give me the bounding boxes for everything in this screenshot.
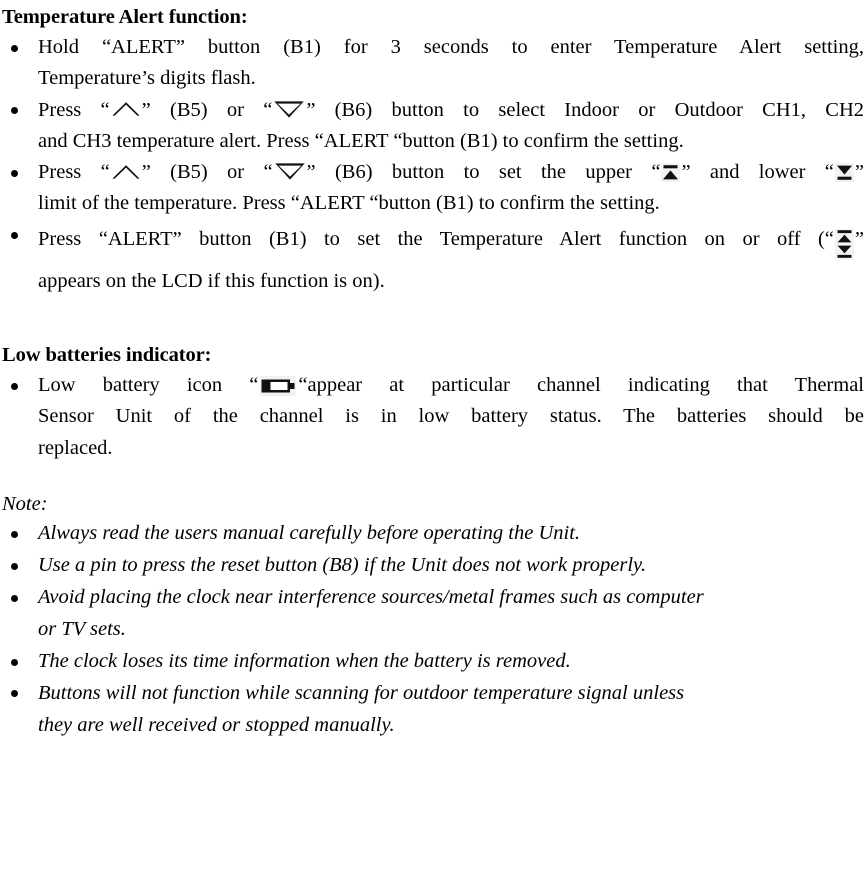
text-line: Avoid placing the clock near interferenc…	[38, 585, 704, 608]
text-line: replaced.	[38, 436, 113, 459]
text-line: Low battery icon “ “appear at particular …	[38, 370, 864, 401]
triangle-down-outline-icon	[273, 100, 305, 119]
lower-limit-icon	[834, 162, 854, 182]
text-line: Buttons will not function while scanning…	[38, 681, 685, 704]
triangle-down-outline-icon	[274, 162, 306, 181]
low-battery-icon	[260, 375, 297, 396]
text-line: Press “ALERT” button (B1) to set the Tem…	[38, 219, 864, 261]
upper-limit-icon	[661, 162, 681, 182]
text-fragment: Low battery icon “	[38, 374, 259, 397]
list-item: The clock loses its time information whe…	[0, 646, 865, 678]
triangle-up-outline-icon	[111, 164, 141, 180]
text-fragment: ” (B6) button to set the upper “	[306, 160, 661, 183]
list-item: Press “ ” (B5) or “ ” (B6) button to selec…	[0, 95, 865, 157]
page-heading-note: Note:	[2, 492, 48, 515]
text-line: Press “ ” (B5) or “ ” (B6) button to selec…	[38, 95, 864, 126]
document-page: Temperature Alert function: Hold “ALERT”…	[0, 0, 865, 886]
list-item: Always read the users manual carefully b…	[0, 518, 865, 550]
text-line: Always read the users manual carefully b…	[38, 521, 581, 544]
text-line: and CH3 temperature alert. Press “ALERT …	[38, 129, 684, 152]
text-line: Temperature’s digits flash.	[38, 67, 256, 90]
list-item: Press “ ” (B5) or “ ” (B6) button to set t…	[0, 157, 865, 219]
page-heading-temperature-alert: Temperature Alert function:	[2, 6, 248, 28]
text-fragment: Press “	[38, 98, 110, 121]
text-line: The clock loses its time information whe…	[38, 649, 571, 672]
page-heading-low-batteries: Low batteries indicator:	[2, 343, 212, 366]
list-item: Avoid placing the clock near interferenc…	[0, 582, 865, 646]
temperature-alert-bullet-list: Hold “ALERT” button (B1) for 3 seconds t…	[0, 32, 865, 302]
list-item: Use a pin to press the reset button (B8)…	[0, 550, 865, 582]
text-fragment: ”	[854, 160, 864, 183]
text-fragment: ” (B6) button to select Indoor or Outdoo…	[306, 98, 864, 121]
text-line: appears on the LCD if this function is o…	[38, 269, 385, 292]
text-fragment: Press “ALERT” button (B1) to set the Tem…	[38, 228, 834, 251]
list-item: Press “ALERT” button (B1) to set the Tem…	[0, 219, 865, 302]
text-fragment: ” (B5) or “	[141, 160, 273, 183]
text-fragment: ” (B5) or “	[141, 98, 273, 121]
list-item: Hold “ALERT” button (B1) for 3 seconds t…	[0, 32, 865, 94]
text-line: or TV sets.	[38, 617, 126, 640]
text-fragment: “appear at particular channel indicating…	[298, 374, 864, 397]
list-item: Buttons will not function while scanning…	[0, 678, 865, 742]
text-line: Use a pin to press the reset button (B8)…	[38, 553, 647, 576]
low-batteries-bullet-list: Low battery icon “ “appear at particular …	[0, 370, 865, 463]
list-item: Low battery icon “ “appear at particular …	[0, 370, 865, 463]
alert-toggle-icon	[834, 229, 854, 261]
text-line: limit of the temperature. Press “ALERT “…	[38, 192, 660, 215]
text-line: Hold “ALERT” button (B1) for 3 seconds t…	[38, 36, 864, 59]
text-fragment: ”	[854, 228, 864, 251]
text-fragment: Press “	[38, 160, 110, 183]
text-line: they are well received or stopped manual…	[38, 713, 395, 736]
text-fragment: ” and lower “	[681, 160, 834, 183]
triangle-up-outline-icon	[111, 101, 141, 117]
text-line: Sensor Unit of the channel is in low bat…	[38, 405, 864, 428]
note-bullet-list: Always read the users manual carefully b…	[0, 518, 865, 742]
text-line: Press “ ” (B5) or “ ” (B6) button to set t…	[38, 157, 864, 188]
